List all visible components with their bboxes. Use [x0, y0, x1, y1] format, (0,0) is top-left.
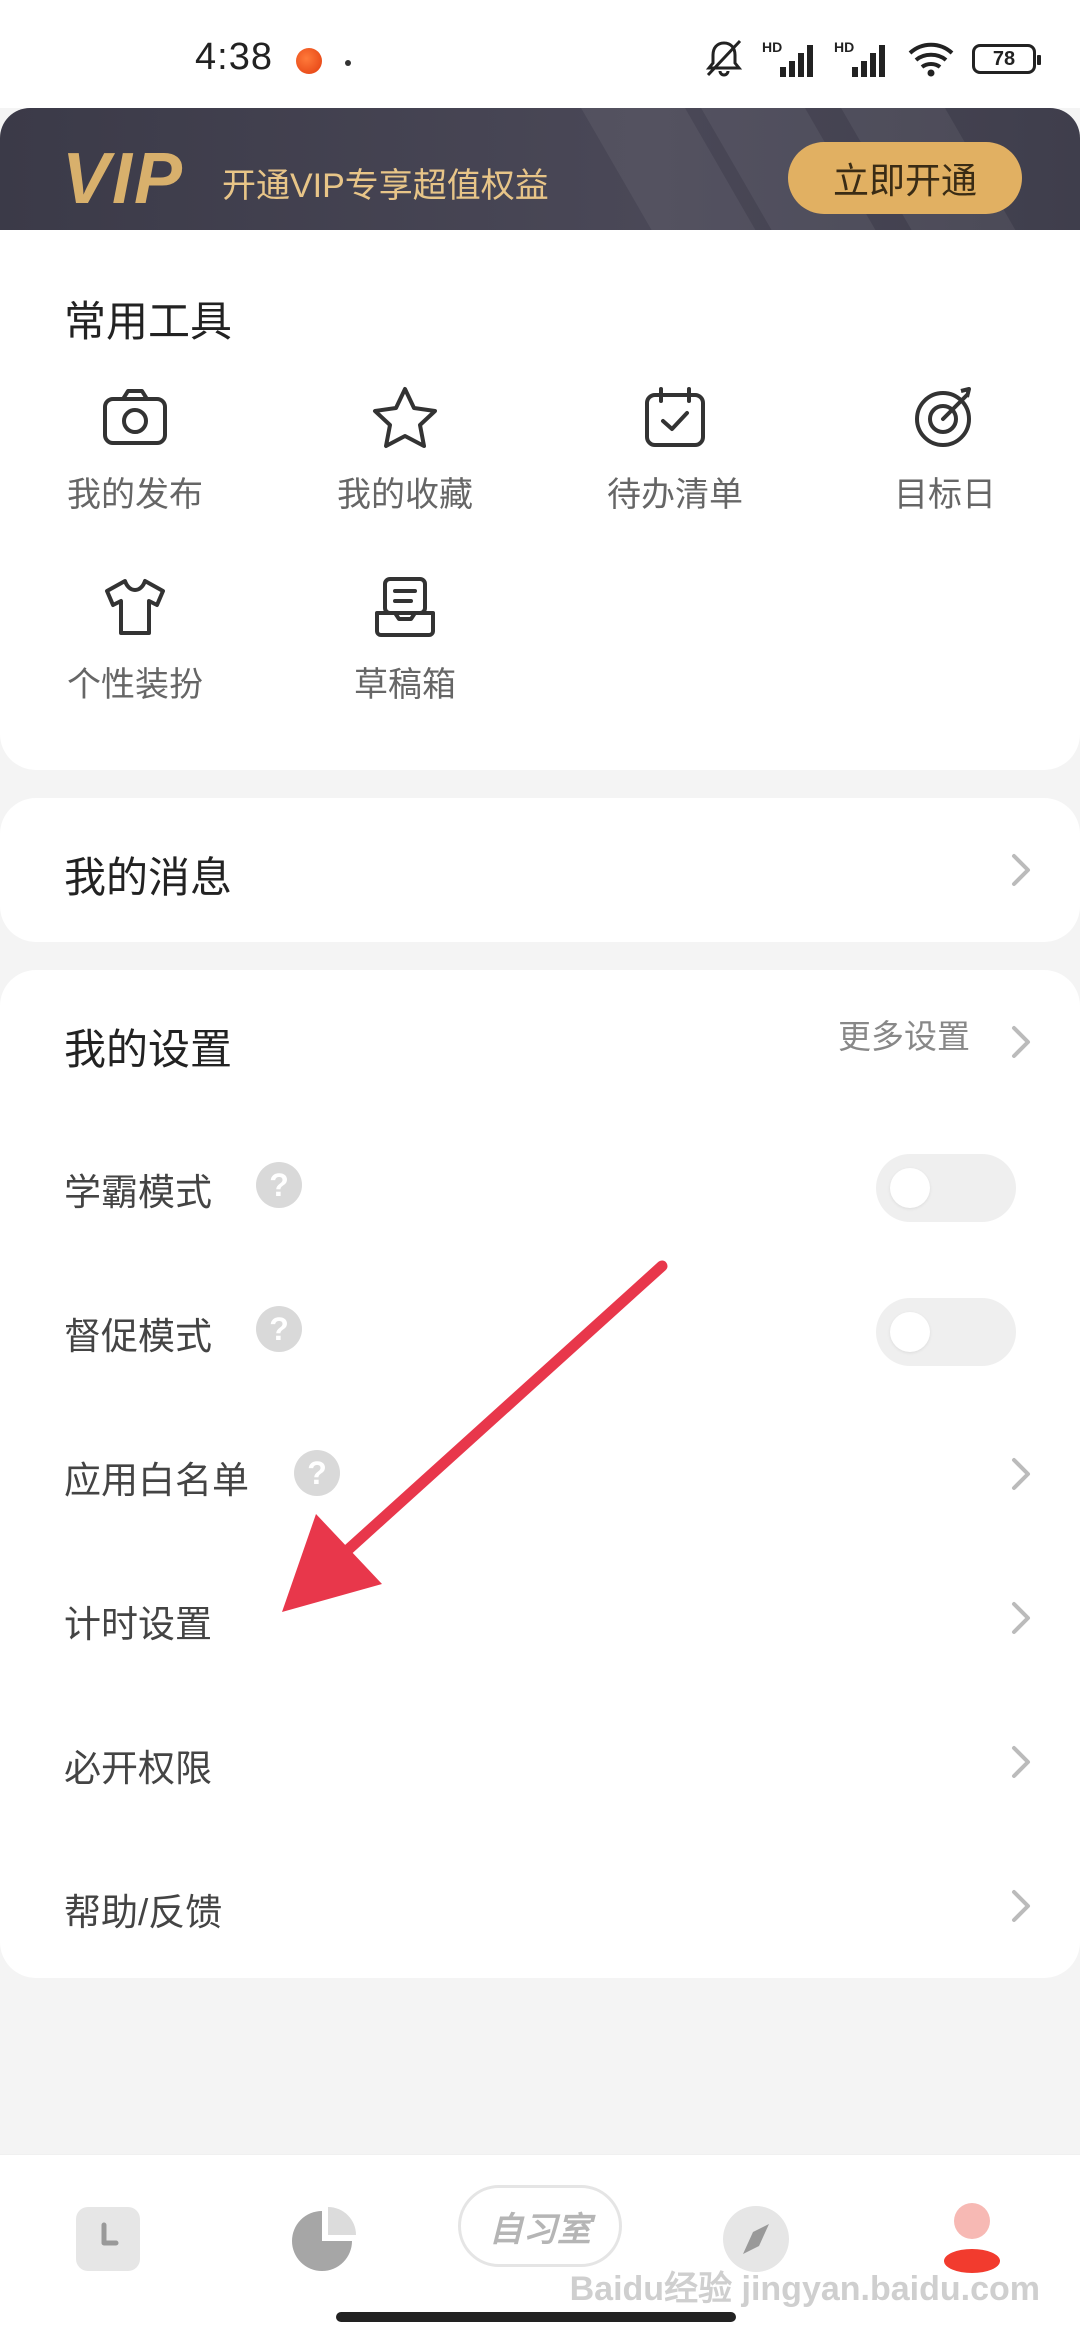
vip-logo: VIP	[62, 139, 185, 219]
draft-box-icon	[375, 577, 435, 637]
notification-app-icon	[296, 48, 322, 74]
pie-chart-icon	[292, 2207, 356, 2271]
chevron-right-icon	[1012, 1602, 1030, 1634]
setting-row-help-feedback[interactable]: 帮助/反馈	[0, 1858, 1080, 1954]
chevron-right-icon	[1012, 1890, 1030, 1922]
supervise-mode-toggle[interactable]	[876, 1298, 1016, 1366]
tool-label: 我的收藏	[337, 476, 473, 514]
setting-label: 应用白名单	[64, 1460, 249, 1501]
status-bar: 4:38 HD HD 78	[0, 0, 1080, 108]
tool-goal-day[interactable]: 目标日	[845, 385, 1045, 516]
tool-personal-theme[interactable]: 个性装扮	[35, 575, 235, 706]
more-settings-link[interactable]: 更多设置	[838, 1010, 970, 1058]
nav-timer[interactable]	[72, 2191, 144, 2287]
setting-label: 计时设置	[64, 1604, 212, 1645]
setting-label: 督促模式	[64, 1316, 212, 1357]
vip-slogan: 开通VIP专享超值权益	[222, 167, 549, 205]
tools-card: 常用工具 我的发布 我的收藏 待办清单 目标日 个性装扮 草稿箱	[0, 230, 1080, 770]
signal-2-icon: HD	[834, 39, 890, 79]
tool-my-favorites[interactable]: 我的收藏	[305, 385, 505, 516]
tool-label: 待办清单	[607, 476, 743, 514]
status-time: 4:38	[195, 36, 273, 78]
tool-label: 草稿箱	[354, 666, 456, 704]
setting-label: 必开权限	[64, 1748, 212, 1789]
settings-title: 我的设置	[64, 1026, 233, 1073]
baidu-watermark: Baidu经验 jingyan.baidu.com	[569, 2270, 1040, 2308]
tool-label: 我的发布	[67, 476, 203, 514]
battery-icon: 78	[972, 44, 1041, 74]
tool-drafts[interactable]: 草稿箱	[305, 575, 505, 706]
setting-row-study-mode: 学霸模式 ?	[0, 1138, 1080, 1234]
chevron-right-icon	[1012, 1458, 1030, 1490]
setting-label: 学霸模式	[64, 1172, 212, 1213]
tool-label: 个性装扮	[67, 666, 203, 704]
setting-label: 帮助/反馈	[64, 1892, 223, 1933]
nav-statistics[interactable]	[286, 2191, 362, 2287]
tool-my-posts[interactable]: 我的发布	[35, 385, 235, 516]
chevron-right-icon	[1012, 854, 1030, 886]
open-vip-button[interactable]: 立即开通	[788, 142, 1022, 214]
study-mode-toggle[interactable]	[876, 1154, 1016, 1222]
chevron-right-icon[interactable]	[1000, 1022, 1040, 1062]
chevron-right-icon	[1012, 1746, 1030, 1778]
mute-bell-icon	[705, 39, 743, 77]
vip-banner[interactable]: VIP 开通VIP专享超值权益 立即开通	[0, 108, 1080, 248]
messages-title: 我的消息	[64, 854, 233, 901]
target-icon	[915, 387, 971, 447]
home-indicator[interactable]	[336, 2312, 736, 2322]
star-icon	[373, 387, 437, 448]
shirt-icon	[105, 579, 165, 635]
clock-icon	[76, 2207, 140, 2271]
annotation-arrow	[282, 1260, 668, 1612]
tool-todo-list[interactable]: 待办清单	[575, 385, 775, 516]
status-icons: HD HD 78	[702, 36, 1041, 82]
signal-1-icon: HD	[762, 39, 818, 79]
toggle-knob	[890, 1168, 930, 1208]
setting-row-required-permissions[interactable]: 必开权限	[0, 1714, 1080, 1810]
calendar-check-icon	[645, 387, 705, 447]
nav-study-room[interactable]: 自习室	[458, 2185, 622, 2267]
tool-label: 目标日	[894, 476, 996, 514]
notification-dot-icon	[345, 60, 351, 66]
tools-title: 常用工具	[64, 298, 233, 345]
wifi-icon	[908, 42, 954, 77]
help-icon[interactable]: ?	[256, 1162, 302, 1208]
camera-icon	[103, 389, 167, 445]
messages-card[interactable]: 我的消息	[0, 798, 1080, 942]
toggle-knob	[890, 1312, 930, 1352]
